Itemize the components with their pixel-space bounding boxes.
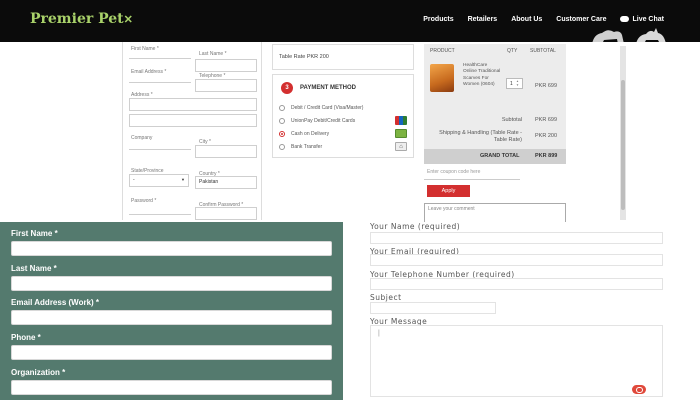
bank-icon: ⌂ [395, 142, 407, 151]
radio-button-selected[interactable] [279, 131, 285, 137]
contact-subject-label: Subject [370, 293, 402, 302]
payment-option-card[interactable]: Debit / Credit Card (Visa/Master) [279, 104, 409, 114]
scrollbar-thumb[interactable] [621, 80, 625, 210]
last-name-label: Last Name * [199, 51, 227, 57]
chat-bubble-icon [620, 16, 630, 23]
chevron-down-icon: ▼ [181, 177, 185, 182]
unionpay-icon [395, 116, 407, 125]
country-field[interactable]: Pakistan [195, 176, 257, 189]
radio-button[interactable] [279, 105, 285, 111]
contact-name-label: Your Name (required) [370, 222, 461, 231]
payment-option-label: Bank Transfer [291, 144, 323, 150]
contact-subject-input[interactable] [370, 302, 496, 314]
password-field[interactable] [129, 214, 191, 215]
email-field[interactable] [129, 82, 191, 83]
email-label: Email Address * [131, 69, 167, 75]
nav-live-chat[interactable]: Live Chat [620, 16, 664, 23]
payment-option-label: Cash on Delivery [291, 131, 330, 137]
shipping-value: PKR 200 [535, 133, 558, 139]
stepper-arrows-icon[interactable]: ▲ ▼ [516, 79, 519, 87]
payment-method-section: 3 PAYMENT METHOD Debit / Credit Card (Vi… [272, 74, 414, 158]
subtotal-value: PKR 699 [535, 117, 558, 123]
cash-icon [395, 129, 407, 138]
contact-form-panel: Your Name (required) Your Email (require… [343, 222, 700, 400]
last-name-field[interactable] [195, 59, 257, 72]
state-value: - [133, 177, 135, 183]
first-name-field[interactable] [129, 58, 191, 59]
lead-email-label: Email Address (Work) * [11, 298, 100, 307]
quantity-stepper[interactable]: 1 [506, 78, 523, 89]
payment-method-title: PAYMENT METHOD [300, 85, 357, 91]
lead-organization-input[interactable] [11, 380, 332, 395]
state-select[interactable]: - ▼ [129, 174, 189, 187]
grand-total-row: GRAND TOTAL PKR 899 [424, 149, 566, 164]
payment-option-label: Debit / Credit Card (Visa/Master) [291, 105, 364, 111]
nav-retailers[interactable]: Retailers [468, 16, 498, 23]
nav-customer-care[interactable]: Customer Care [556, 16, 606, 23]
city-field[interactable] [195, 145, 257, 158]
payment-option-bank[interactable]: Bank Transfer ⌂ [279, 142, 409, 153]
product-thumbnail[interactable] [430, 64, 454, 92]
top-navigation-bar: Premier Pet✕ Products Retailers About Us… [0, 0, 700, 44]
address-field-line2[interactable] [129, 114, 257, 127]
lead-first-name-input[interactable] [11, 241, 332, 256]
lead-organization-label: Organization * [11, 368, 66, 377]
telephone-field[interactable] [195, 79, 257, 92]
lead-last-name-input[interactable] [11, 276, 332, 291]
logo-mark-icon: ✕ [123, 13, 133, 26]
payment-option-cod[interactable]: Cash on Delivery [279, 129, 409, 140]
comment-textarea[interactable]: Leave your comment [424, 203, 566, 223]
confirm-password-field[interactable] [195, 207, 257, 220]
nav-products[interactable]: Products [423, 16, 453, 23]
nav-live-chat-label: Live Chat [632, 16, 664, 23]
table-rate-option[interactable]: Table Rate PKR 200 [279, 54, 329, 60]
company-field[interactable] [129, 149, 191, 150]
shipping-method-box: Table Rate PKR 200 [272, 44, 414, 70]
main-nav: Products Retailers About Us Customer Car… [423, 16, 664, 23]
quantity-value: 1 [510, 81, 513, 87]
step-number-badge: 3 [281, 82, 293, 94]
grand-total-label: GRAND TOTAL [480, 153, 520, 159]
first-name-label: First Name * [131, 46, 159, 52]
payment-option-unionpay[interactable]: UnionPay Debit/Credit Cards [279, 116, 409, 127]
order-review-cart: PRODUCT QTY SUBTOTAL HealthCare Online T… [424, 44, 566, 164]
col-product: PRODUCT [430, 48, 455, 54]
apply-coupon-button[interactable]: Apply [427, 185, 470, 197]
country-value: Pakistan [199, 179, 219, 185]
radio-button[interactable] [279, 118, 285, 124]
col-subtotal: SUBTOTAL [530, 48, 556, 54]
recaptcha-icon[interactable] [632, 385, 646, 394]
lead-email-input[interactable] [11, 310, 332, 325]
address-field-line1[interactable] [129, 98, 257, 111]
radio-button[interactable] [279, 144, 285, 150]
lead-first-name-label: First Name * [11, 229, 58, 238]
payment-option-label: UnionPay Debit/Credit Cards [291, 118, 356, 124]
billing-address-section: First Name * Last Name * Email Address *… [122, 42, 262, 220]
lead-phone-label: Phone * [11, 333, 41, 342]
coupon-input[interactable]: Enter coupon code here [424, 168, 520, 180]
logo-text: Premier Pet [30, 11, 124, 27]
premier-pet-logo[interactable]: Premier Pet✕ [30, 11, 133, 27]
lead-last-name-label: Last Name * [11, 264, 57, 273]
lead-phone-input[interactable] [11, 345, 332, 360]
contact-name-input[interactable] [370, 232, 663, 244]
nav-about-us[interactable]: About Us [511, 16, 542, 23]
subtotal-label: Subtotal [501, 117, 522, 123]
col-qty: QTY [507, 48, 518, 54]
contact-telephone-input[interactable] [370, 278, 663, 290]
line-price: PKR 699 [535, 83, 558, 89]
lead-form-panel: First Name * Last Name * Email Address (… [0, 222, 343, 400]
grand-total-value: PKR 899 [535, 153, 558, 159]
contact-email-input[interactable] [370, 254, 663, 266]
cart-header: PRODUCT QTY SUBTOTAL [424, 44, 566, 58]
contact-message-textarea[interactable]: | [370, 325, 663, 397]
text-caret: | [378, 330, 380, 337]
shipping-label: Shipping & Handling (Table Rate - Table … [439, 130, 522, 143]
company-label: Company [131, 135, 153, 141]
password-label: Password * [131, 198, 157, 204]
product-name[interactable]: HealthCare Online Traditional Scarves Fo… [463, 63, 501, 89]
